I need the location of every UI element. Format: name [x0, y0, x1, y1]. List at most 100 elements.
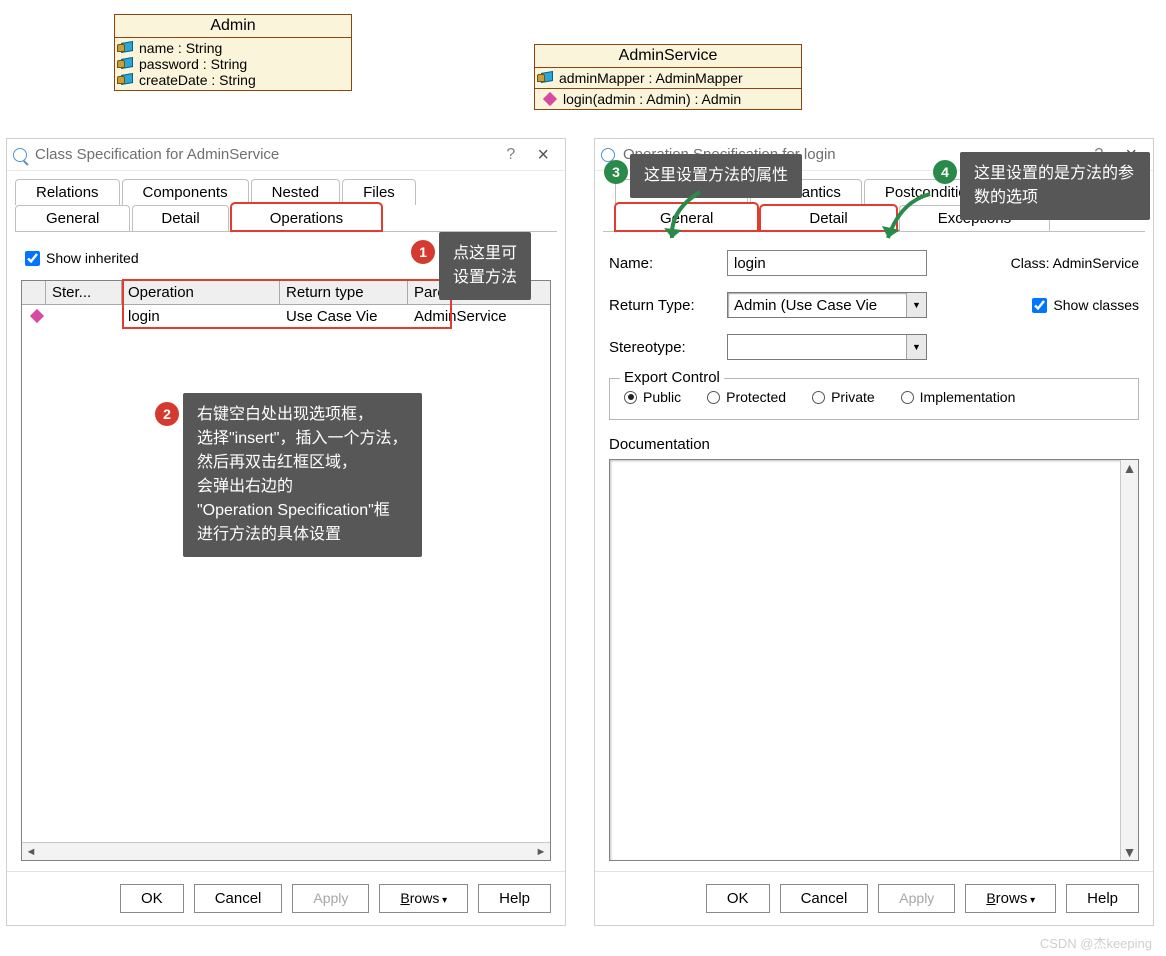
v-scrollbar[interactable]: ▲▼ [1120, 460, 1138, 860]
uml-class-title: Admin [115, 15, 351, 38]
cell-ster[interactable] [46, 305, 122, 328]
radio-public[interactable]: Public [624, 389, 681, 405]
documentation-label: Documentation [609, 436, 1139, 453]
highlight-box [122, 279, 452, 329]
ok-button[interactable]: OK [706, 884, 770, 913]
badge-1: 1 [411, 240, 435, 264]
export-radios: Public Protected Private Implementation [624, 389, 1124, 405]
radio-label: Protected [726, 389, 786, 405]
tab-relations[interactable]: Relations [15, 179, 120, 205]
scroll-right-icon[interactable]: ► [532, 846, 550, 858]
name-input[interactable] [727, 250, 927, 276]
radio-label: Public [643, 389, 681, 405]
uml-class-body: name : String password : String createDa… [115, 38, 351, 90]
uml-class-ops: login(admin : Admin) : Admin [535, 89, 801, 109]
radio-icon [707, 391, 720, 404]
badge-3: 3 [604, 160, 628, 184]
chevron-down-icon[interactable]: ▼ [906, 293, 926, 317]
operation-icon [543, 92, 557, 106]
operation-icon [30, 309, 44, 323]
operations-table[interactable]: Ster... Operation Return type Parent log… [21, 280, 551, 861]
stereotype-combo[interactable]: ▼ [727, 334, 927, 360]
dialog-buttons: OK Cancel Apply Brows Help [7, 871, 565, 925]
attribute-icon [121, 58, 135, 70]
tab-general[interactable]: General [15, 205, 130, 231]
help-button[interactable]: Help [478, 884, 551, 913]
combo-value: Admin (Use Case Vie [728, 297, 906, 314]
show-classes-label: Show classes [1053, 297, 1139, 313]
browse-button[interactable]: Brows [379, 884, 468, 913]
show-classes-checkbox[interactable] [1032, 298, 1047, 313]
col-blank [22, 281, 46, 304]
browse-button[interactable]: Brows [965, 884, 1056, 913]
tab-components[interactable]: Components [122, 179, 249, 205]
uml-operation: login(admin : Admin) : Admin [541, 91, 795, 107]
apply-button: Apply [878, 884, 955, 913]
uml-attr-label: createDate : String [139, 72, 256, 88]
attribute-icon [121, 74, 135, 86]
magnifier-icon [13, 148, 27, 162]
chevron-down-icon[interactable]: ▼ [906, 335, 926, 359]
tab-operations[interactable]: Operations [231, 203, 382, 231]
dialog-body: Name: Class: AdminService Return Type: A… [595, 232, 1153, 871]
tab-detail[interactable]: Detail [132, 205, 228, 231]
radio-protected[interactable]: Protected [707, 389, 786, 405]
ok-button[interactable]: OK [120, 884, 184, 913]
tab-detail[interactable]: Detail [760, 205, 896, 231]
radio-icon [624, 391, 637, 404]
uml-class-body: adminMapper : AdminMapper [535, 68, 801, 89]
dialog-titlebar: Class Specification for AdminService ? × [7, 139, 565, 171]
return-type-combo[interactable]: Admin (Use Case Vie ▼ [727, 292, 927, 318]
tab-files[interactable]: Files [342, 179, 416, 205]
uml-class-title: AdminService [535, 45, 801, 68]
row-icon [22, 305, 46, 328]
cancel-button[interactable]: Cancel [194, 884, 283, 913]
uml-class-admin: Admin name : String password : String cr… [114, 14, 352, 91]
help-button[interactable]: Help [1066, 884, 1139, 913]
badge-2: 2 [155, 402, 179, 426]
close-icon[interactable]: × [527, 145, 559, 165]
uml-op-label: login(admin : Admin) : Admin [563, 91, 741, 107]
tabs-upper: Relations Components Nested Files [7, 179, 565, 205]
callout-2: 右键空白处出现选项框， 选择"insert"，插入一个方法， 然后再双击红框区域… [183, 393, 422, 557]
scroll-left-icon[interactable]: ◄ [22, 846, 40, 858]
badge-4: 4 [933, 160, 957, 184]
help-icon[interactable]: ? [494, 146, 527, 164]
stereotype-label: Stereotype: [609, 339, 719, 356]
uml-attribute: name : String [121, 40, 345, 56]
tab-nested[interactable]: Nested [251, 179, 341, 205]
dialog-title: Class Specification for AdminService [35, 146, 494, 163]
radio-implementation[interactable]: Implementation [901, 389, 1016, 405]
fieldset-legend: Export Control [620, 369, 724, 386]
uml-attribute: adminMapper : AdminMapper [541, 70, 795, 86]
callout-1: 点这里可 设置方法 [439, 232, 531, 300]
radio-icon [812, 391, 825, 404]
show-inherited-checkbox[interactable] [25, 251, 40, 266]
attribute-icon [541, 72, 555, 84]
stereotype-row: Stereotype: ▼ [609, 334, 1139, 360]
show-classes-row[interactable]: Show classes [1032, 297, 1139, 313]
scroll-up-icon[interactable]: ▲ [1123, 460, 1137, 476]
name-label: Name: [609, 255, 719, 272]
radio-icon [901, 391, 914, 404]
table-body[interactable]: login Use Case Vie AdminService [22, 305, 550, 842]
h-scrollbar[interactable]: ◄ ► [22, 842, 550, 860]
dialog-buttons: OK Cancel Apply Brows Help [595, 871, 1153, 925]
uml-class-adminservice: AdminService adminMapper : AdminMapper l… [534, 44, 802, 110]
col-stereotype[interactable]: Ster... [46, 281, 122, 304]
scroll-down-icon[interactable]: ▼ [1123, 844, 1137, 860]
apply-button: Apply [292, 884, 369, 913]
uml-attribute: password : String [121, 56, 345, 72]
class-label: Class: AdminService [1011, 255, 1139, 271]
uml-attr-label: password : String [139, 56, 247, 72]
operation-spec-dialog: Operation Specification for login ? × Pr… [594, 138, 1154, 926]
cancel-button[interactable]: Cancel [780, 884, 869, 913]
radio-private[interactable]: Private [812, 389, 875, 405]
arrow-icon [880, 192, 940, 252]
callout-4: 这里设置的是方法的参数的选项 [960, 152, 1150, 220]
uml-attribute: createDate : String [121, 72, 345, 88]
watermark: CSDN @杰keeping [1040, 933, 1152, 952]
uml-attr-label: name : String [139, 40, 222, 56]
callout-3: 这里设置方法的属性 [630, 154, 802, 198]
documentation-textarea[interactable]: ▲▼ [609, 459, 1139, 861]
